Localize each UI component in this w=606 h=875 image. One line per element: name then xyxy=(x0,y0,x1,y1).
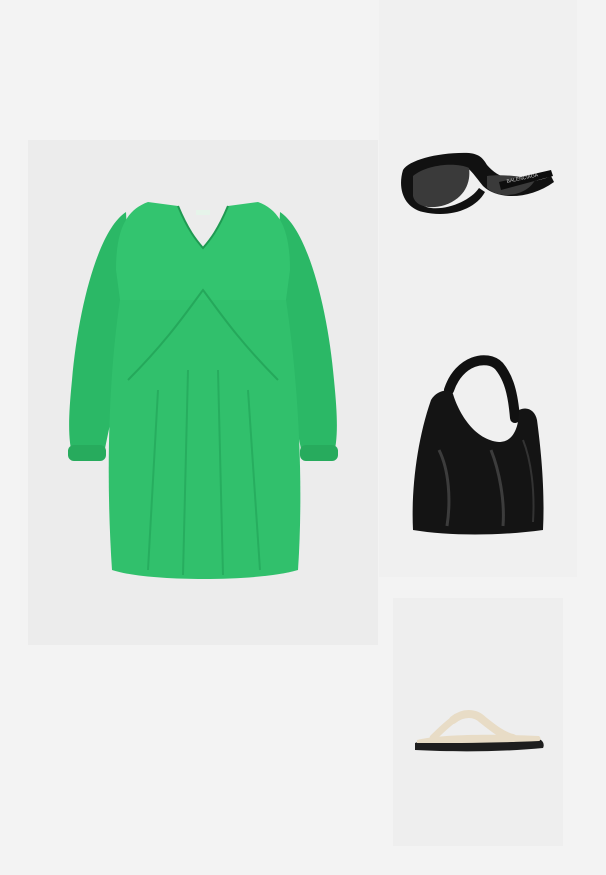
cream-flip-flop-illustration xyxy=(415,710,544,752)
black-hobo-bag-illustration xyxy=(412,355,544,535)
green-dress-illustration xyxy=(68,202,338,579)
sandal-image[interactable] xyxy=(393,598,563,846)
dress-image[interactable] xyxy=(28,140,378,645)
black-sunglasses-illustration: BALENCIAGA xyxy=(401,152,554,214)
bag-image[interactable] xyxy=(379,290,577,577)
sunglasses-image[interactable]: BALENCIAGA xyxy=(379,0,577,290)
